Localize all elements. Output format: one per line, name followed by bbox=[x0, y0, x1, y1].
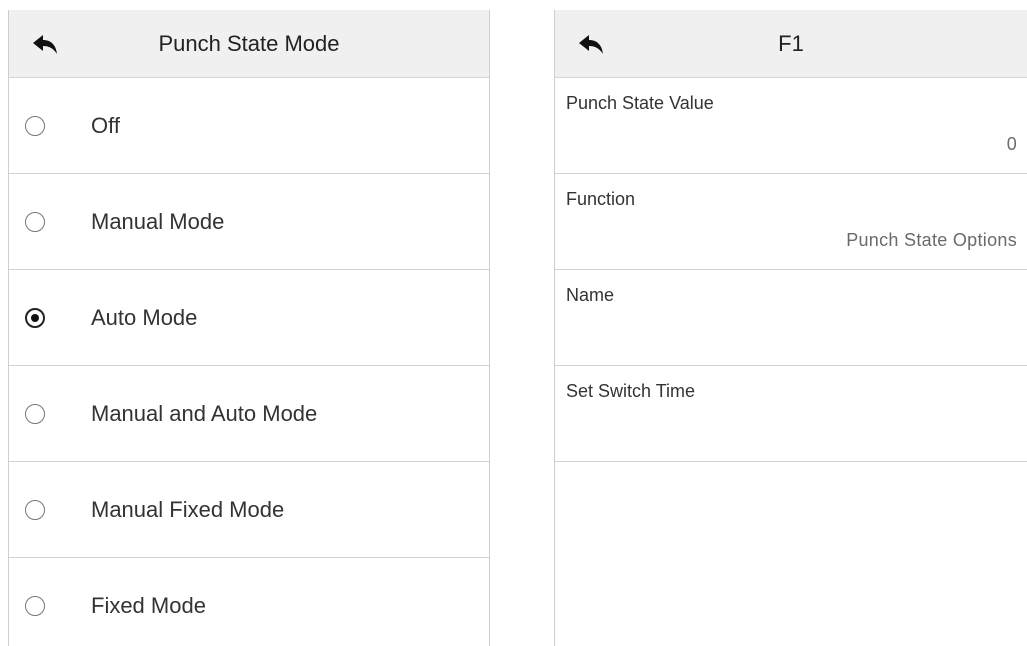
punch-state-mode-screen: Punch State Mode Off Manual Mode Auto Mo… bbox=[8, 10, 490, 646]
radio-button[interactable] bbox=[25, 596, 45, 616]
page-title: Punch State Mode bbox=[158, 31, 340, 56]
option-label: Auto Mode bbox=[91, 304, 198, 330]
header-bar: Punch State Mode bbox=[9, 10, 489, 78]
field-label: Name bbox=[566, 285, 615, 305]
option-label: Manual and Auto Mode bbox=[91, 400, 318, 426]
f1-key-settings-screen: F1 Punch State Value 0 Function Punch St… bbox=[554, 10, 1027, 646]
option-manual-mode[interactable]: Manual Mode bbox=[9, 174, 489, 270]
option-label: Manual Mode bbox=[91, 208, 225, 234]
field-label: Function bbox=[566, 189, 636, 209]
mode-option-list: Off Manual Mode Auto Mode Manual and Aut… bbox=[9, 78, 489, 646]
radio-button[interactable] bbox=[25, 211, 45, 232]
option-label: Off bbox=[91, 112, 120, 138]
function-row[interactable]: Function Punch State Options bbox=[555, 174, 1027, 270]
radio-button[interactable] bbox=[25, 115, 45, 136]
radio-button-selected[interactable] bbox=[25, 307, 45, 328]
radio-button[interactable] bbox=[25, 403, 45, 424]
name-row[interactable]: Name bbox=[555, 270, 1027, 366]
option-label: Fixed Mode bbox=[91, 593, 206, 618]
page-title: F1 bbox=[778, 31, 804, 56]
field-value: Punch State Options bbox=[846, 230, 1017, 250]
settings-list: Punch State Value 0 Function Punch State… bbox=[555, 78, 1027, 462]
option-manual-and-auto-mode[interactable]: Manual and Auto Mode bbox=[9, 366, 489, 462]
option-manual-fixed-mode[interactable]: Manual Fixed Mode bbox=[9, 462, 489, 558]
punch-state-value-row[interactable]: Punch State Value 0 bbox=[555, 78, 1027, 174]
field-label: Set Switch Time bbox=[566, 381, 696, 401]
option-label: Manual Fixed Mode bbox=[91, 496, 285, 522]
field-value: 0 bbox=[1006, 134, 1017, 154]
option-fixed-mode[interactable]: Fixed Mode bbox=[9, 558, 489, 646]
option-auto-mode[interactable]: Auto Mode bbox=[9, 270, 489, 366]
set-switch-time-row[interactable]: Set Switch Time bbox=[555, 366, 1027, 462]
field-label: Punch State Value bbox=[566, 93, 714, 113]
radio-button[interactable] bbox=[25, 499, 45, 520]
option-off[interactable]: Off bbox=[9, 78, 489, 174]
header-bar: F1 bbox=[555, 10, 1027, 78]
